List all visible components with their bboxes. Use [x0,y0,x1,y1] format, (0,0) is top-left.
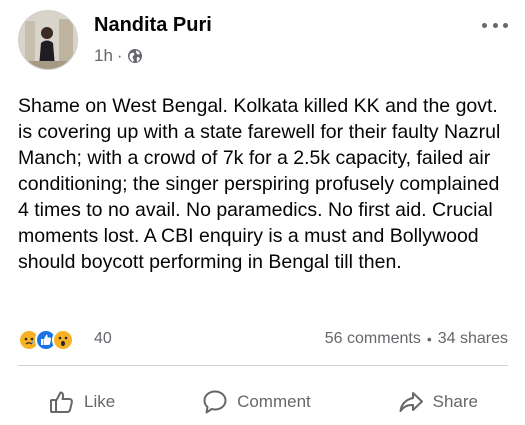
post-meta: 1h · [94,46,143,66]
globe-icon[interactable] [127,48,143,64]
divider [18,365,508,366]
share-label: Share [432,392,478,411]
wow-reaction-icon [52,329,74,351]
post-text: Shame on West Bengal. Kolkata killed KK … [18,95,501,273]
like-button[interactable]: Like [18,382,145,422]
shares-count[interactable]: 34 shares [438,330,508,348]
share-icon [399,392,423,412]
comment-icon [203,390,227,414]
post-header: Nandita Puri 1h · [18,10,508,74]
more-dot [482,22,487,28]
avatar[interactable] [18,10,78,70]
reaction-count[interactable]: 40 [94,330,112,348]
post-time[interactable]: 1h [94,46,113,66]
comment-label: Comment [237,392,311,411]
action-bar: Like Comment Share [18,382,508,422]
reactions-bar: 40 56 comments • 34 shares [18,327,508,353]
more-dot [492,22,498,28]
comments-count[interactable]: 56 comments [325,330,421,348]
comment-button[interactable]: Comment [171,382,341,422]
engagement-stats: 56 comments • 34 shares [325,330,508,348]
more-options-icon[interactable] [482,18,508,32]
author-name[interactable]: Nandita Puri [94,14,212,37]
reaction-icons[interactable] [18,329,90,351]
time-separator: · [116,46,123,65]
share-button[interactable]: Share [367,382,508,422]
like-icon [50,391,73,413]
like-label: Like [84,392,116,411]
stats-separator: • [426,331,432,347]
more-dot [503,22,508,28]
avatar-photo [19,11,77,69]
